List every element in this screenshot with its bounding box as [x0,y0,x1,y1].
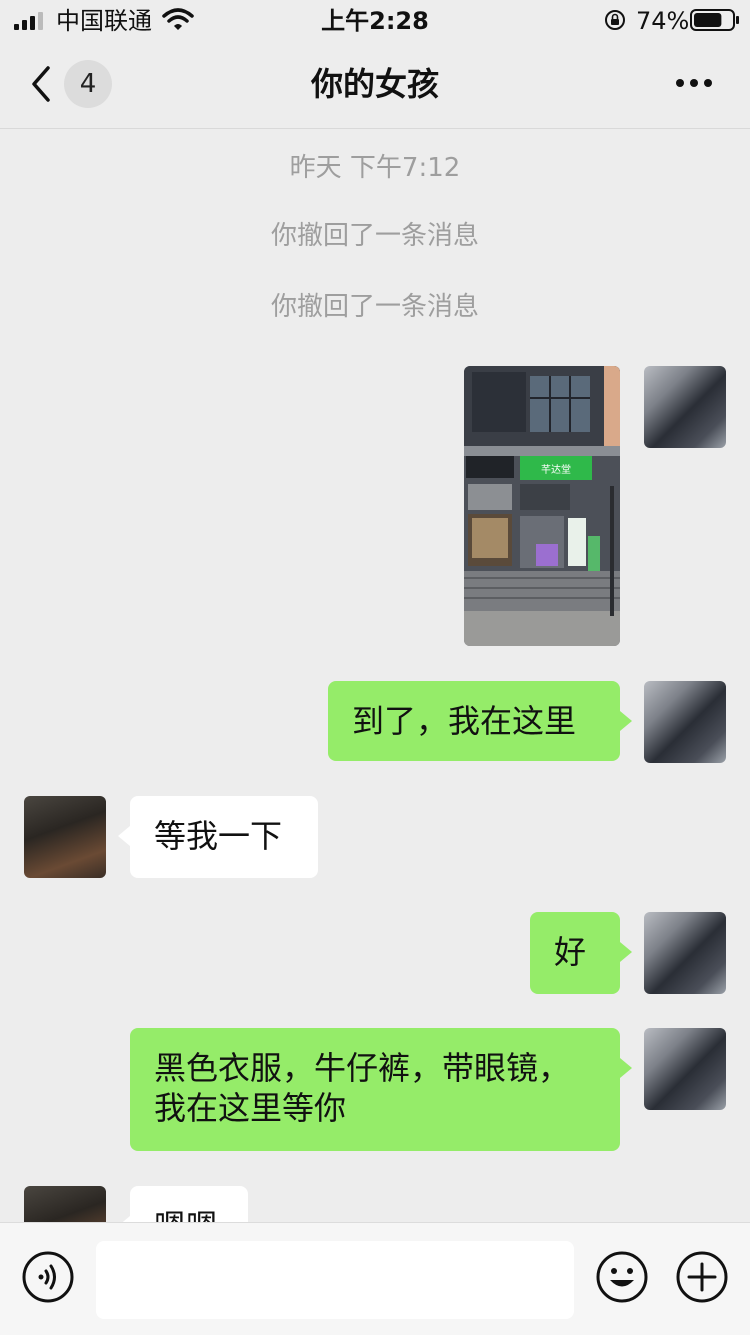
my-avatar[interactable] [644,912,726,994]
sent-message-bubble[interactable]: 好 [530,912,620,994]
message-list[interactable]: 昨天 下午7:12 你撤回了一条消息 你撤回了一条消息 芊达堂 到了，我在这里 … [0,129,750,1222]
message-text: 好 [554,933,587,971]
input-bar [0,1222,750,1335]
my-avatar[interactable] [644,1028,726,1110]
received-message-bubble[interactable]: 嗯嗯 [130,1186,248,1222]
my-avatar[interactable] [644,681,726,763]
my-avatar[interactable] [644,366,726,448]
message-text: 我在这里等你 [154,1089,347,1127]
store-sign-text: 芊达堂 [541,463,571,476]
bubble-tail [118,826,130,846]
bubble-tail [620,942,632,962]
status-bar: 中国联通 上午2:28 74% [0,0,750,42]
contact-avatar[interactable] [24,796,106,878]
emoji-icon[interactable] [596,1251,648,1303]
rotation-lock-icon [605,10,625,30]
voice-icon[interactable] [22,1251,74,1303]
message-text: 嗯嗯 [154,1207,218,1222]
sent-message-bubble[interactable]: 到了，我在这里 [328,681,620,761]
sent-message-bubble[interactable]: 黑色衣服，牛仔裤，带眼镜， 我在这里等你 [130,1028,620,1151]
message-text: 到了，我在这里 [352,702,577,740]
recall-notice: 你撤回了一条消息 [270,292,479,322]
plus-circle-icon[interactable] [676,1251,728,1303]
bubble-tail [620,1058,632,1078]
message-text: 等我一下 [154,817,283,855]
received-message-bubble[interactable]: 等我一下 [130,796,318,878]
battery-percent: 74% [636,7,690,35]
message-input[interactable] [96,1241,574,1319]
chat-header: 4 你的女孩 [0,42,750,129]
chat-timestamp: 昨天 下午7:12 [289,153,461,183]
recall-notice: 你撤回了一条消息 [270,221,479,251]
contact-avatar[interactable] [24,1186,106,1222]
message-text: 黑色衣服，牛仔裤，带眼镜， [154,1049,571,1087]
chat-title: 你的女孩 [310,65,439,103]
more-dots-icon[interactable] [672,68,716,98]
image-message[interactable]: 芊达堂 [464,366,620,646]
bubble-tail [620,711,632,731]
storefront-photo: 芊达堂 [464,366,620,646]
battery-icon [690,9,739,31]
